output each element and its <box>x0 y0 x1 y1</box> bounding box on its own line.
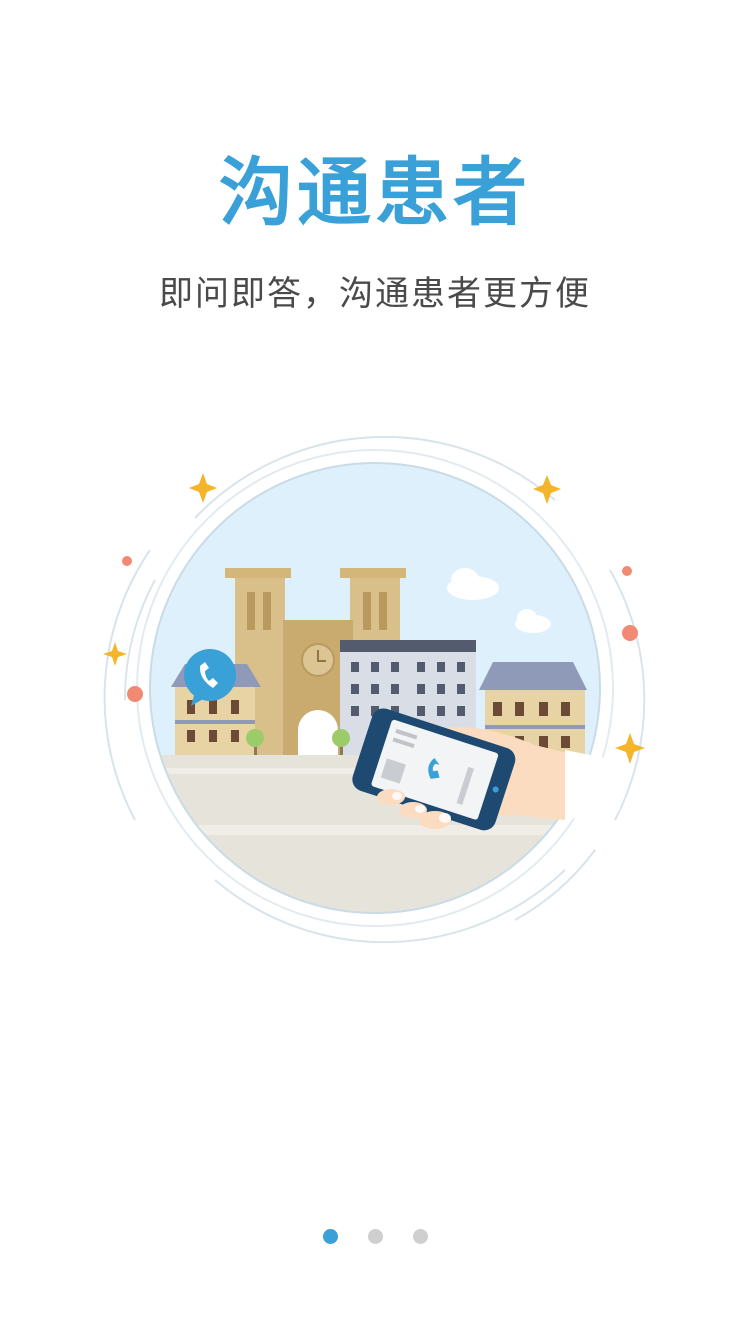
page-indicator-dot[interactable] <box>322 1229 338 1244</box>
page-indicator <box>0 1229 750 1245</box>
communication-illustration <box>95 400 655 980</box>
page-subtitle: 即问即答，沟通患者更方便 <box>159 274 591 314</box>
page-indicator-dot[interactable] <box>412 1229 428 1244</box>
page-indicator-dot[interactable] <box>367 1229 383 1244</box>
page-title: 沟通患者 <box>219 150 531 236</box>
